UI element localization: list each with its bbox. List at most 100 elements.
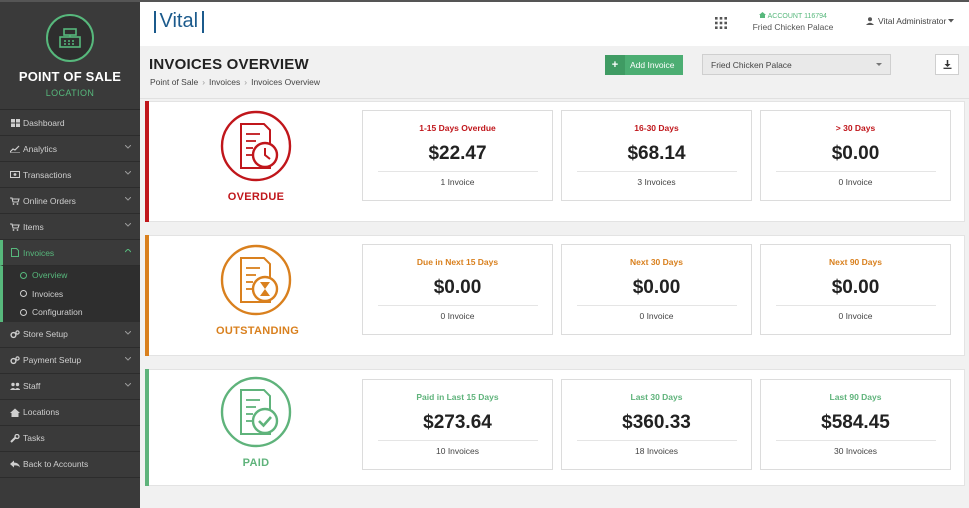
home-icon [759, 12, 767, 18]
chevron-down-icon [125, 356, 131, 361]
add-invoice-button[interactable]: + Add Invoice [605, 55, 683, 75]
outstanding-status: OUTSTANDING [216, 244, 300, 337]
apps-grid-icon[interactable] [715, 16, 727, 34]
outstanding-card-30[interactable]: Next 30 Days $0.00 0 Invoice [561, 244, 752, 335]
circle-icon [20, 308, 27, 316]
card-amount: $68.14 [627, 143, 686, 164]
card-amount: $584.45 [821, 412, 890, 433]
file-icon [10, 248, 20, 258]
paid-accent [145, 369, 149, 486]
vital-logo[interactable]: Vital [150, 10, 208, 33]
outstanding-card-15[interactable]: Due in Next 15 Days $0.00 0 Invoice [362, 244, 553, 335]
dashboard-icon [10, 118, 20, 128]
sidebar-subitem-overview[interactable]: Overview [0, 266, 140, 285]
invoice-clock-icon [220, 110, 292, 182]
circle-icon [20, 290, 27, 298]
plus-icon: + [605, 55, 625, 75]
users-icon [10, 381, 20, 391]
card-title: 1-15 Days Overdue [419, 123, 496, 133]
cart-icon [10, 196, 20, 206]
paid-label: PAID [242, 457, 270, 469]
sidebar-item-staff[interactable]: Staff [0, 374, 140, 400]
user-icon [866, 17, 874, 25]
sidebar-subitem-invoices[interactable]: Invoices [0, 284, 140, 303]
card-amount: $0.00 [433, 277, 482, 298]
overdue-accent [145, 101, 149, 222]
overdue-label: OVERDUE [227, 191, 285, 203]
breadcrumb: Point of Sale › Invoices › Invoices Overview [150, 77, 320, 87]
card-divider [576, 171, 737, 172]
sidebar-item-label: Dashboard [23, 117, 65, 128]
reply-icon [10, 459, 20, 469]
card-amount: $360.33 [622, 412, 691, 433]
sidebar-item-back-to-accounts[interactable]: Back to Accounts [0, 452, 140, 478]
sidebar-item-analytics[interactable]: Analytics [0, 136, 140, 162]
location-select[interactable]: Fried Chicken Palace [702, 54, 891, 75]
breadcrumb-separator: › [244, 77, 248, 87]
chart-icon [10, 144, 20, 154]
chevron-down-icon [125, 382, 131, 387]
invoice-hourglass-icon [220, 244, 292, 316]
home-icon [10, 407, 20, 417]
card-count: 1 Invoice [440, 177, 475, 187]
sidebar-item-locations[interactable]: Locations [0, 400, 140, 426]
caret-down-icon [876, 63, 882, 66]
chevron-down-icon [125, 145, 131, 149]
card-count: 3 Invoices [637, 177, 676, 187]
card-count: 0 Invoice [838, 311, 873, 321]
card-count: 0 Invoice [639, 311, 674, 321]
circle-icon [20, 271, 27, 279]
chevron-down-icon [125, 330, 131, 335]
user-menu[interactable]: Vital Administrator [866, 16, 955, 26]
overdue-card-30-plus[interactable]: > 30 Days $0.00 0 Invoice [760, 110, 951, 201]
add-invoice-label: Add Invoice [630, 60, 675, 70]
sidebar-item-items[interactable]: Items [0, 214, 140, 240]
sidebar-item-label: Tasks [23, 433, 45, 443]
page-title: INVOICES OVERVIEW [149, 56, 309, 73]
paid-card-30[interactable]: Last 30 Days $360.33 18 Invoices [561, 379, 752, 470]
paid-card-15[interactable]: Paid in Last 15 Days $273.64 10 Invoices [362, 379, 553, 470]
sidebar-item-tasks[interactable]: Tasks [0, 426, 140, 452]
card-amount: $22.47 [428, 143, 487, 164]
sidebar-item-label: Analytics [23, 143, 58, 154]
overdue-card-1-15[interactable]: 1-15 Days Overdue $22.47 1 Invoice [362, 110, 553, 201]
sidebar-subitem-label: Invoices [32, 288, 64, 299]
card-amount: $273.64 [423, 412, 492, 433]
card-divider [576, 440, 737, 441]
breadcrumb-point-of-sale[interactable]: Point of Sale [150, 77, 198, 87]
download-button[interactable] [935, 54, 959, 75]
account-switcher[interactable]: ACCOUNT 116794 Fried Chicken Palace [748, 12, 838, 32]
outstanding-card-90[interactable]: Next 90 Days $0.00 0 Invoice [760, 244, 951, 335]
download-icon [943, 60, 951, 69]
sidebar-item-label: Locations [23, 407, 60, 417]
outstanding-label: OUTSTANDING [216, 325, 300, 337]
card-divider [775, 440, 936, 441]
account-id: ACCOUNT 116794 [767, 13, 827, 20]
card-count: 18 Invoices [635, 446, 678, 456]
card-title: Next 30 Days [630, 257, 683, 267]
overdue-status: OVERDUE [216, 110, 296, 203]
sidebar-item-invoices[interactable]: Invoices [0, 240, 140, 266]
sidebar-item-transactions[interactable]: Transactions [0, 162, 140, 188]
sidebar-item-payment-setup[interactable]: Payment Setup [0, 348, 140, 374]
card-title: Due in Next 15 Days [416, 257, 499, 267]
card-title: Paid in Last 15 Days [416, 392, 499, 402]
sidebar-item-label: Staff [23, 381, 41, 391]
paid-card-90[interactable]: Last 90 Days $584.45 30 Invoices [760, 379, 951, 470]
brand-subtitle: LOCATION [45, 88, 95, 98]
outstanding-accent [145, 235, 149, 356]
sidebar-item-label: Invoices [23, 247, 55, 258]
sidebar-item-label: Online Orders [23, 195, 76, 206]
sidebar-subitem-label: Overview [32, 270, 68, 281]
sidebar-item-online-orders[interactable]: Online Orders [0, 188, 140, 214]
card-count: 30 Invoices [834, 446, 877, 456]
card-amount: $0.00 [831, 277, 880, 298]
sidebar-item-dashboard[interactable]: Dashboard [0, 110, 140, 136]
sidebar-item-store-setup[interactable]: Store Setup [0, 322, 140, 348]
card-count: 0 Invoice [838, 177, 873, 187]
overdue-card-16-30[interactable]: 16-30 Days $68.14 3 Invoices [561, 110, 752, 201]
money-icon [10, 170, 20, 180]
sidebar-subitem-configuration[interactable]: Configuration [0, 303, 140, 322]
breadcrumb-current: Invoices Overview [251, 77, 321, 87]
breadcrumb-invoices[interactable]: Invoices [209, 77, 240, 87]
